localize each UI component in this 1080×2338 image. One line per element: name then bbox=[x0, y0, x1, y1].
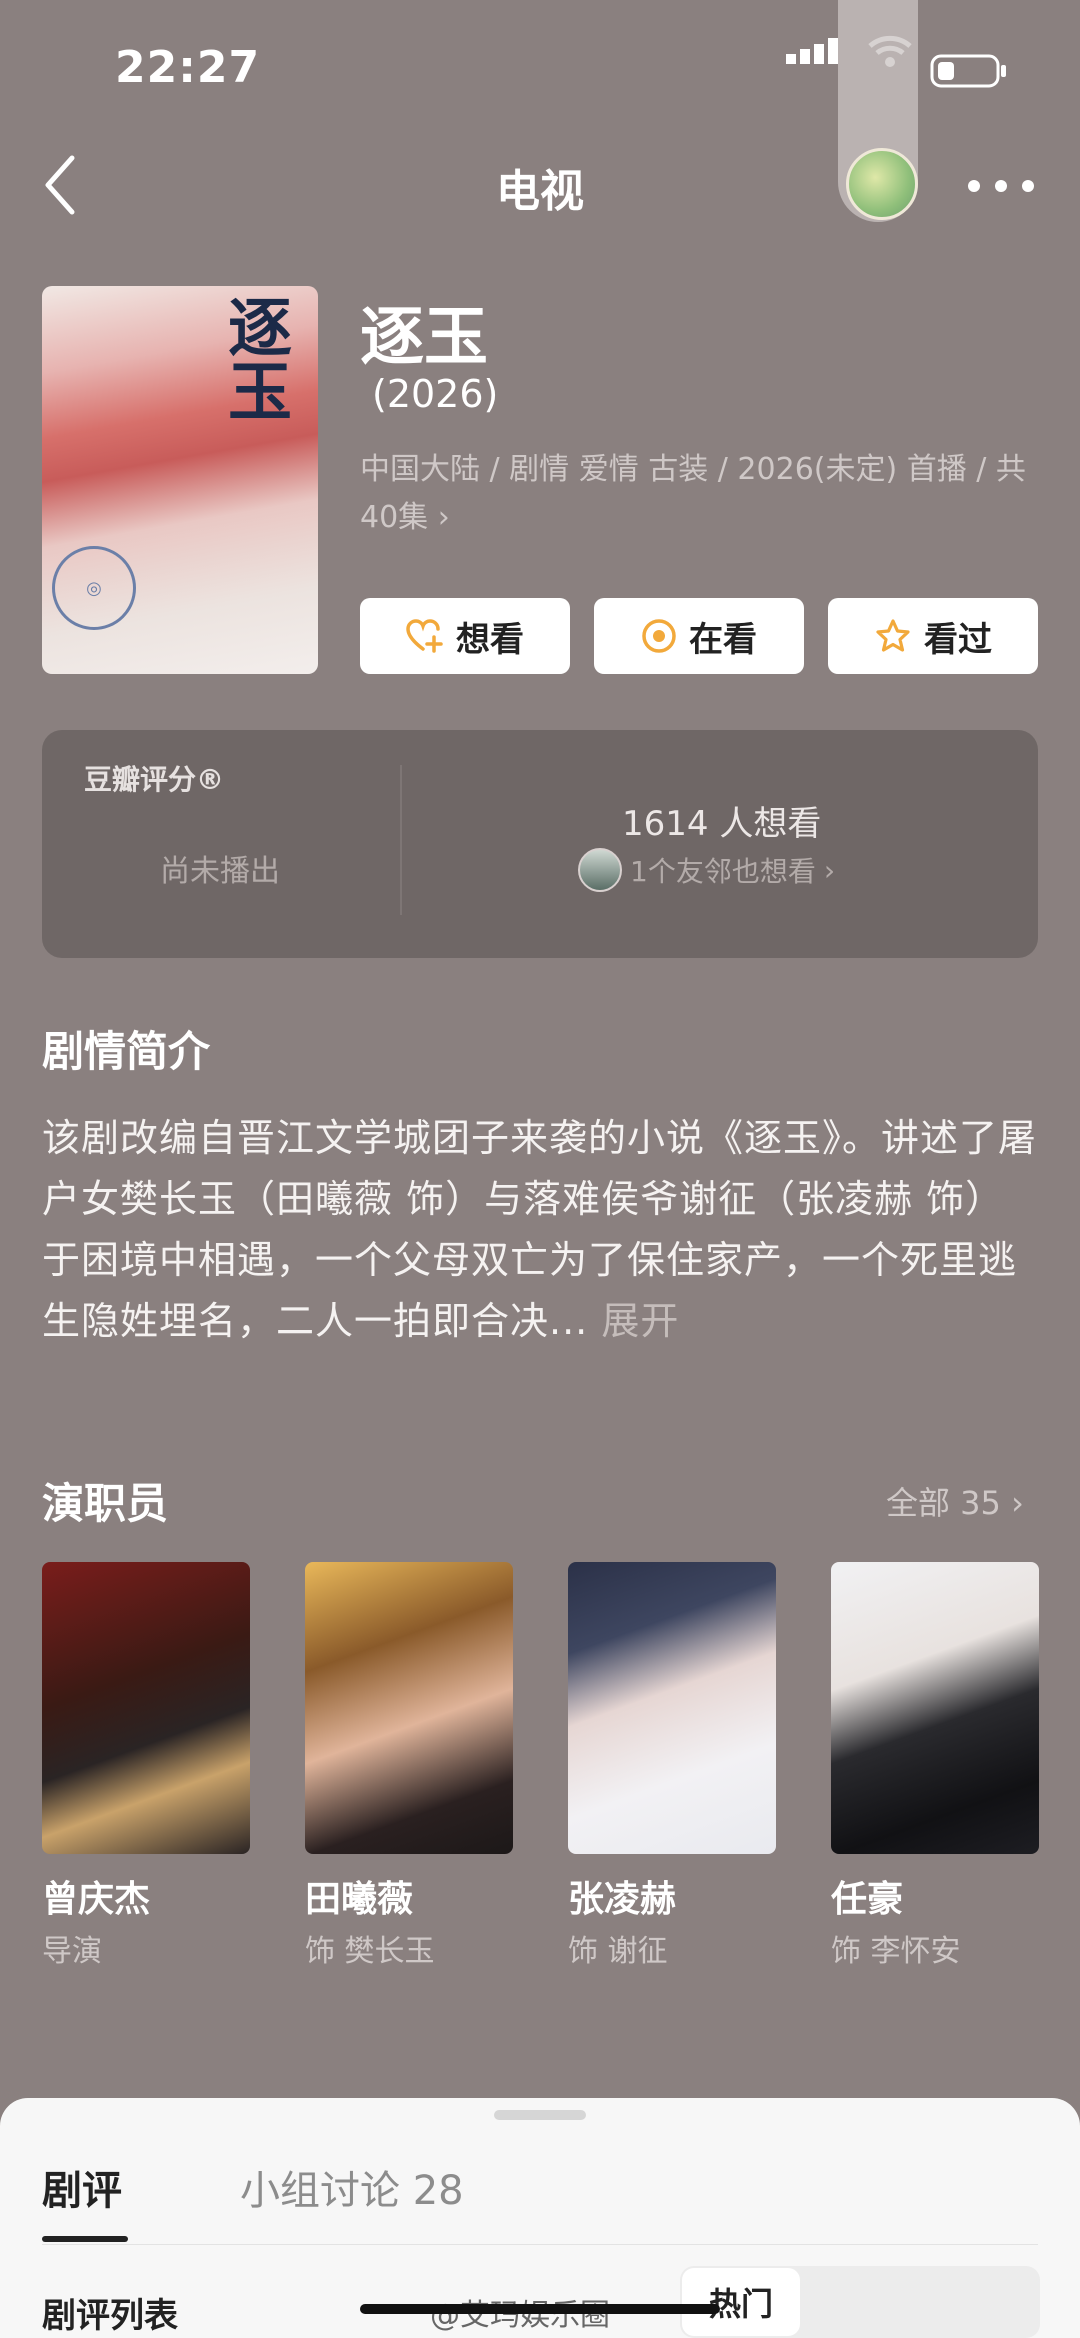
chevron-right-icon: › bbox=[1011, 1484, 1024, 1522]
tab-group-discussion[interactable]: 小组讨论 28 bbox=[240, 2158, 464, 2216]
watched-button[interactable]: 看过 bbox=[828, 598, 1038, 674]
review-list-title: 剧评列表 bbox=[42, 2296, 178, 2336]
poster-title: 逐玉 bbox=[217, 294, 292, 422]
page-title: 电视 bbox=[496, 166, 584, 217]
friends-want-link[interactable]: 1个友邻也想看 › bbox=[578, 848, 835, 892]
expand-link[interactable]: 展开 bbox=[601, 1299, 679, 1343]
more-icon[interactable] bbox=[966, 176, 1036, 196]
rating-divider bbox=[400, 765, 402, 915]
rating-status: 尚未播出 bbox=[160, 854, 280, 889]
status-time: 22:27 bbox=[115, 42, 261, 93]
sort-hot-button[interactable]: 热门 bbox=[682, 2268, 800, 2336]
watching-button[interactable]: 在看 bbox=[594, 598, 804, 674]
friend-avatar bbox=[578, 848, 622, 892]
intro-text-block: 该剧改编自晋江文学城团子来袭的小说《逐玉》。讲述了屠户女樊长玉（田曦薇 饰）与落… bbox=[42, 1108, 1042, 1352]
cast-name[interactable]: 任豪 bbox=[831, 1870, 903, 1922]
heart-plus-icon bbox=[406, 619, 443, 653]
want-to-watch-button[interactable]: 想看 bbox=[360, 598, 570, 674]
rating-title: 豆瓣评分® bbox=[84, 763, 225, 796]
cast-role: 饰 李怀安 bbox=[831, 1934, 961, 1969]
tab-divider bbox=[42, 2244, 1038, 2245]
intro-heading: 剧情简介 bbox=[42, 1027, 211, 1076]
cast-heading: 演职员 bbox=[42, 1479, 169, 1528]
show-poster[interactable]: 逐玉 ◎ bbox=[42, 286, 318, 674]
cast-photo-actress[interactable] bbox=[305, 1562, 513, 1854]
cast-role: 导演 bbox=[42, 1934, 102, 1969]
show-year: (2026) bbox=[372, 372, 499, 416]
cast-role: 饰 樊长玉 bbox=[305, 1934, 435, 1969]
cast-name[interactable]: 张凌赫 bbox=[568, 1870, 676, 1922]
cast-all-label: 全部 35 bbox=[886, 1484, 1001, 1522]
sheet-drag-handle[interactable] bbox=[494, 2110, 586, 2120]
home-indicator[interactable] bbox=[360, 2304, 720, 2314]
show-meta[interactable]: 中国大陆 / 剧情 爱情 古装 / 2026(未定) 首播 / 共40集 › bbox=[360, 446, 1040, 542]
cast-photo-actor-1[interactable] bbox=[568, 1562, 776, 1854]
show-meta-text: 中国大陆 / 剧情 爱情 古装 / 2026(未定) 首播 / 共40集 bbox=[360, 452, 1026, 535]
show-title: 逐玉 bbox=[360, 301, 488, 375]
cast-name[interactable]: 田曦薇 bbox=[305, 1870, 413, 1922]
tab-active-indicator bbox=[42, 2236, 128, 2242]
poster-seal-icon: ◎ bbox=[52, 546, 136, 630]
target-icon bbox=[642, 619, 676, 653]
chevron-right-icon: › bbox=[437, 500, 450, 535]
friends-want-text: 1个友邻也想看 bbox=[630, 855, 816, 888]
watching-label: 在看 bbox=[689, 619, 757, 660]
cast-photo-actor-2[interactable] bbox=[831, 1562, 1039, 1854]
cast-role: 饰 谢征 bbox=[568, 1934, 668, 1969]
intro-text: 该剧改编自晋江文学城团子来袭的小说《逐玉》。讲述了屠户女樊长玉（田曦薇 饰）与落… bbox=[42, 1116, 1038, 1343]
cast-all-link[interactable]: 全部 35 › bbox=[886, 1478, 1024, 1524]
want-count: 1614 人想看 bbox=[622, 804, 822, 844]
cast-name[interactable]: 曾庆杰 bbox=[42, 1870, 150, 1922]
battery-icon bbox=[930, 54, 1006, 88]
star-icon bbox=[876, 619, 910, 652]
watched-label: 看过 bbox=[924, 619, 992, 660]
want-to-watch-label: 想看 bbox=[456, 619, 524, 660]
cast-photo-director[interactable] bbox=[42, 1562, 250, 1854]
tab-reviews[interactable]: 剧评 bbox=[42, 2158, 122, 2216]
chevron-right-icon: › bbox=[823, 853, 836, 887]
